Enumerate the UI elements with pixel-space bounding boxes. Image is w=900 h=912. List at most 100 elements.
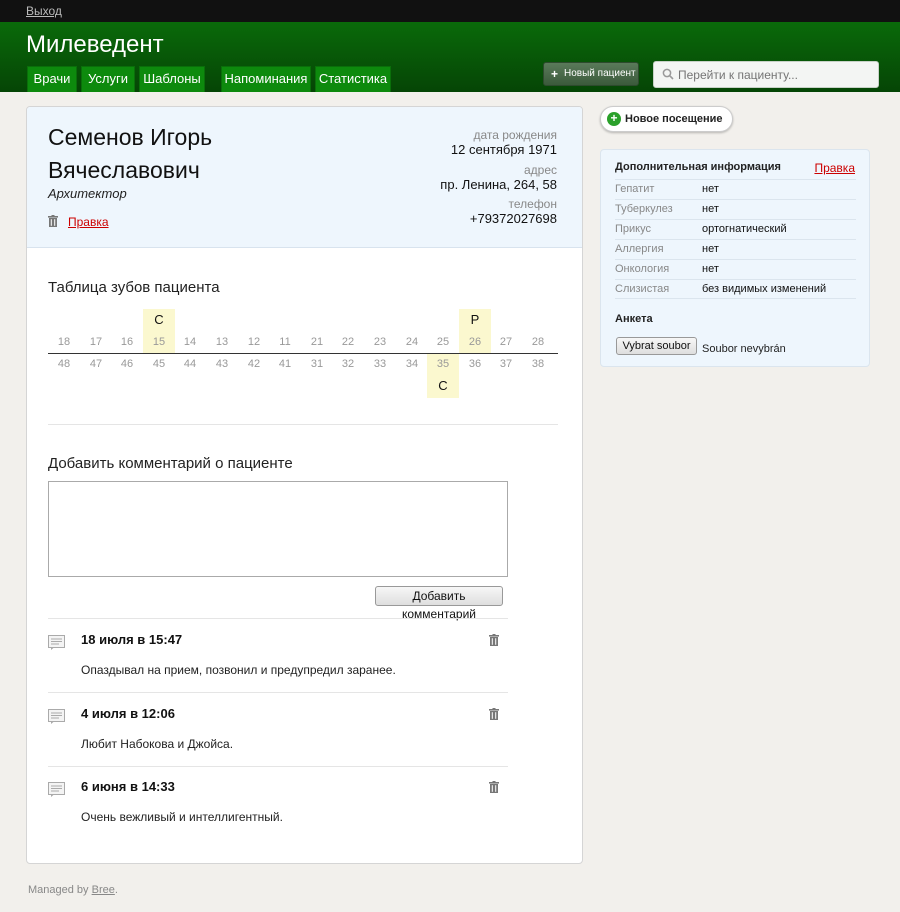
tooth-upper-25[interactable]: 25 <box>427 309 459 353</box>
delete-comment-icon[interactable] <box>489 634 499 646</box>
delete-comment-icon[interactable] <box>489 708 499 720</box>
tooth-lower-47[interactable]: 47 <box>80 354 112 398</box>
tooth-mark <box>206 309 238 331</box>
tab-templates[interactable]: Шаблоны <box>139 66 205 92</box>
tooth-mark <box>269 374 301 398</box>
tooth-mark <box>111 309 143 331</box>
patient-name: Семенов Игорь Вячеславович <box>48 121 248 187</box>
info-key: Туберкулез <box>615 203 673 215</box>
comment-text: Опаздывал на прием, позвонил и предупред… <box>81 663 396 677</box>
app-title: Милеведент <box>26 31 164 58</box>
search-input[interactable] <box>678 65 873 85</box>
tab-services[interactable]: Услуги <box>81 66 135 92</box>
new-patient-button[interactable]: + Новый пациент <box>543 62 639 86</box>
info-key: Онкология <box>615 263 670 275</box>
tooth-upper-27[interactable]: 27 <box>490 309 522 353</box>
tooth-upper-18[interactable]: 18 <box>48 309 80 353</box>
tooth-number: 27 <box>499 336 513 348</box>
tooth-lower-46[interactable]: 46 <box>111 354 143 398</box>
tooth-mark <box>522 374 554 398</box>
add-comment-button[interactable]: Добавить комментарий <box>375 586 503 621</box>
tooth-lower-48[interactable]: 48 <box>48 354 80 398</box>
tooth-mark <box>301 309 333 331</box>
info-row: Слизистая без видимых изменений <box>615 279 856 299</box>
comment-input[interactable] <box>48 481 508 577</box>
patient-search[interactable] <box>653 61 879 88</box>
tooth-lower-34[interactable]: 34 <box>396 354 428 398</box>
plus-icon: + <box>551 67 559 81</box>
tooth-upper-16[interactable]: 16 <box>111 309 143 353</box>
info-edit-link[interactable]: Правка <box>814 161 855 175</box>
tooth-mark <box>459 374 491 398</box>
tooth-upper-17[interactable]: 17 <box>80 309 112 353</box>
tooth-lower-33[interactable]: 33 <box>364 354 396 398</box>
tooth-number: 17 <box>89 336 103 348</box>
tooth-lower-36[interactable]: 36 <box>459 354 491 398</box>
tab-doctors[interactable]: Врачи <box>27 66 77 92</box>
tooth-upper-22[interactable]: 22 <box>332 309 364 353</box>
tooth-upper-24[interactable]: 24 <box>396 309 428 353</box>
tooth-mark <box>206 374 238 398</box>
tooth-upper-15[interactable]: С 15 <box>143 309 175 353</box>
patient-edit-link[interactable]: Правка <box>68 215 109 229</box>
info-row: Прикус ортогнатический <box>615 219 856 239</box>
tooth-number: 47 <box>89 358 103 370</box>
patient-name-line2: Вячеславович <box>48 157 200 183</box>
delete-comment-icon[interactable] <box>489 781 499 793</box>
tooth-lower-41[interactable]: 41 <box>269 354 301 398</box>
new-visit-button[interactable]: + Новое посещение <box>600 106 733 132</box>
tooth-upper-28[interactable]: 28 <box>522 309 554 353</box>
logout-link[interactable]: Выход <box>26 4 62 18</box>
tooth-upper-13[interactable]: 13 <box>206 309 238 353</box>
tooth-number: 22 <box>341 336 355 348</box>
patient-name-line1: Семенов Игорь <box>48 124 213 150</box>
tooth-upper-11[interactable]: 11 <box>269 309 301 353</box>
tooth-number: 23 <box>373 336 387 348</box>
phone-value: +79372027698 <box>469 211 557 226</box>
tooth-upper-26[interactable]: Р 26 <box>459 309 491 353</box>
tooth-number: 25 <box>436 336 450 348</box>
tooth-mark <box>490 374 522 398</box>
comment-icon <box>48 635 65 650</box>
comment-date: 6 июня в 14:33 <box>81 779 175 794</box>
info-value: без видимых изменений <box>702 283 827 295</box>
tooth-lower-42[interactable]: 42 <box>238 354 270 398</box>
tooth-lower-43[interactable]: 43 <box>206 354 238 398</box>
choose-file-button[interactable]: Vybrat soubor <box>616 337 697 355</box>
tooth-upper-12[interactable]: 12 <box>238 309 270 353</box>
tooth-mark <box>332 374 364 398</box>
tab-reminders[interactable]: Напоминания <box>221 66 311 92</box>
info-row: Аллергия нет <box>615 239 856 259</box>
tooth-mark <box>364 309 396 331</box>
tooth-lower-38[interactable]: 38 <box>522 354 554 398</box>
tooth-upper-14[interactable]: 14 <box>174 309 206 353</box>
tooth-mark: С <box>438 378 448 393</box>
tooth-number: 18 <box>57 336 71 348</box>
address-label: адрес <box>523 163 557 177</box>
comment-item: 4 июля в 12:06 Любит Набокова и Джойса. <box>48 693 508 766</box>
info-row: Туберкулез нет <box>615 199 856 219</box>
footer: Managed by Bree. <box>28 884 118 896</box>
tooth-mark <box>174 309 206 331</box>
top-bar: Выход <box>0 0 900 22</box>
tooth-lower-32[interactable]: 32 <box>332 354 364 398</box>
info-key: Гепатит <box>615 183 655 195</box>
footer-link[interactable]: Bree <box>92 884 115 896</box>
tooth-lower-37[interactable]: 37 <box>490 354 522 398</box>
tooth-lower-45[interactable]: 45 <box>143 354 175 398</box>
tooth-number: 32 <box>341 358 355 370</box>
file-status: Soubor nevybrán <box>702 343 786 355</box>
info-row: Гепатит нет <box>615 179 856 199</box>
trash-icon[interactable] <box>48 215 58 227</box>
footer-prefix: Managed by <box>28 884 92 896</box>
tooth-lower-35[interactable]: 35 С <box>427 354 459 398</box>
tooth-lower-31[interactable]: 31 <box>301 354 333 398</box>
tab-statistics[interactable]: Статистика <box>315 66 391 92</box>
tooth-lower-44[interactable]: 44 <box>174 354 206 398</box>
info-title: Дополнительная информация <box>615 161 781 173</box>
tooth-upper-21[interactable]: 21 <box>301 309 333 353</box>
tooth-number: 15 <box>152 336 166 348</box>
tooth-upper-23[interactable]: 23 <box>364 309 396 353</box>
tooth-mark <box>48 309 80 331</box>
tooth-number: 34 <box>405 358 419 370</box>
